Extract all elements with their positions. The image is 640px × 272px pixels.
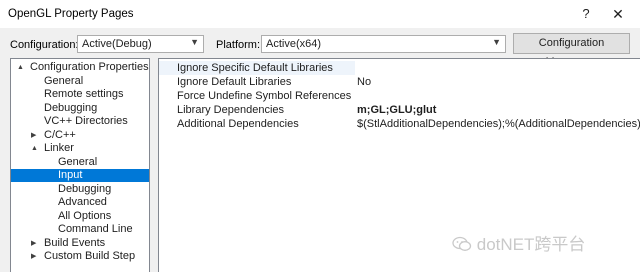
watermark: dotNET跨平台: [452, 230, 585, 255]
chevron-down-icon: ▼: [190, 37, 199, 47]
property-name: Library Dependencies: [177, 104, 285, 116]
property-value[interactable]: No: [357, 75, 371, 89]
property-value[interactable]: m;GL;GLU;glut: [357, 103, 436, 117]
tree-item-vc-directories[interactable]: VC++ Directories: [11, 115, 149, 128]
title-bar: OpenGL Property Pages ? ✕: [0, 0, 640, 28]
property-name: Additional Dependencies: [177, 118, 299, 130]
help-button[interactable]: ?: [576, 4, 596, 24]
configuration-value: Active(Debug): [82, 38, 152, 50]
expand-icon[interactable]: ▶: [31, 250, 39, 263]
property-row-force-undefine-symbol-references[interactable]: Force Undefine Symbol References: [159, 89, 640, 103]
configuration-toolbar: Configuration: Active(Debug) ▼ Platform:…: [0, 28, 640, 68]
window-title: OpenGL Property Pages: [8, 8, 134, 20]
tree-item-custom-build-step[interactable]: ▶ Custom Build Step: [11, 250, 149, 263]
property-row-ignore-default-libraries[interactable]: Ignore Default Libraries No: [159, 75, 640, 89]
expand-icon[interactable]: ▶: [31, 237, 39, 250]
platform-dropdown[interactable]: Active(x64) ▼: [261, 35, 506, 53]
tree-item-debugging[interactable]: Debugging: [11, 102, 149, 115]
collapse-icon[interactable]: ▲: [31, 142, 39, 155]
property-tree[interactable]: ▲ Configuration Properties General Remot…: [10, 58, 150, 272]
platform-value: Active(x64): [266, 38, 322, 50]
wechat-icon: [452, 236, 472, 251]
chevron-down-icon: ▼: [492, 37, 501, 47]
tree-item-configuration-properties[interactable]: ▲ Configuration Properties: [11, 61, 149, 74]
watermark-text: dotNET跨平台: [476, 235, 586, 254]
configuration-manager-button[interactable]: Configuration Manager...: [513, 33, 630, 68]
collapse-icon[interactable]: ▲: [17, 61, 25, 74]
configuration-dropdown[interactable]: Active(Debug) ▼: [77, 35, 204, 53]
tree-item-general[interactable]: General: [11, 75, 149, 88]
expand-icon[interactable]: ▶: [31, 129, 39, 142]
property-row-ignore-specific-default-libraries[interactable]: Ignore Specific Default Libraries: [159, 61, 640, 75]
close-button[interactable]: ✕: [606, 4, 630, 24]
property-name: Force Undefine Symbol References: [177, 90, 352, 102]
tree-item-linker[interactable]: ▲ Linker: [11, 142, 149, 155]
tree-item-remote-settings[interactable]: Remote settings: [11, 88, 149, 101]
property-name: Ignore Default Libraries: [177, 76, 292, 88]
property-row-additional-dependencies[interactable]: Additional Dependencies $(StlAdditionalD…: [159, 117, 640, 131]
tree-item-c-cpp[interactable]: ▶ C/C++: [11, 129, 149, 142]
property-value[interactable]: $(StlAdditionalDependencies);%(Additiona…: [357, 117, 640, 131]
platform-label: Platform:: [216, 39, 261, 51]
tree-item-linker-general[interactable]: General: [11, 156, 149, 169]
tree-item-linker-all-options[interactable]: All Options: [11, 210, 149, 223]
tree-item-linker-command-line[interactable]: Command Line: [11, 223, 149, 236]
tree-item-build-events[interactable]: ▶ Build Events: [11, 237, 149, 250]
property-row-library-dependencies[interactable]: Library Dependencies m;GL;GLU;glut: [159, 103, 640, 117]
tree-item-linker-advanced[interactable]: Advanced: [11, 196, 149, 209]
tree-item-linker-input[interactable]: Input: [11, 169, 149, 182]
tree-item-linker-debugging[interactable]: Debugging: [11, 183, 149, 196]
configuration-label: Configuration:: [10, 39, 79, 51]
property-name: Ignore Specific Default Libraries: [159, 61, 355, 75]
